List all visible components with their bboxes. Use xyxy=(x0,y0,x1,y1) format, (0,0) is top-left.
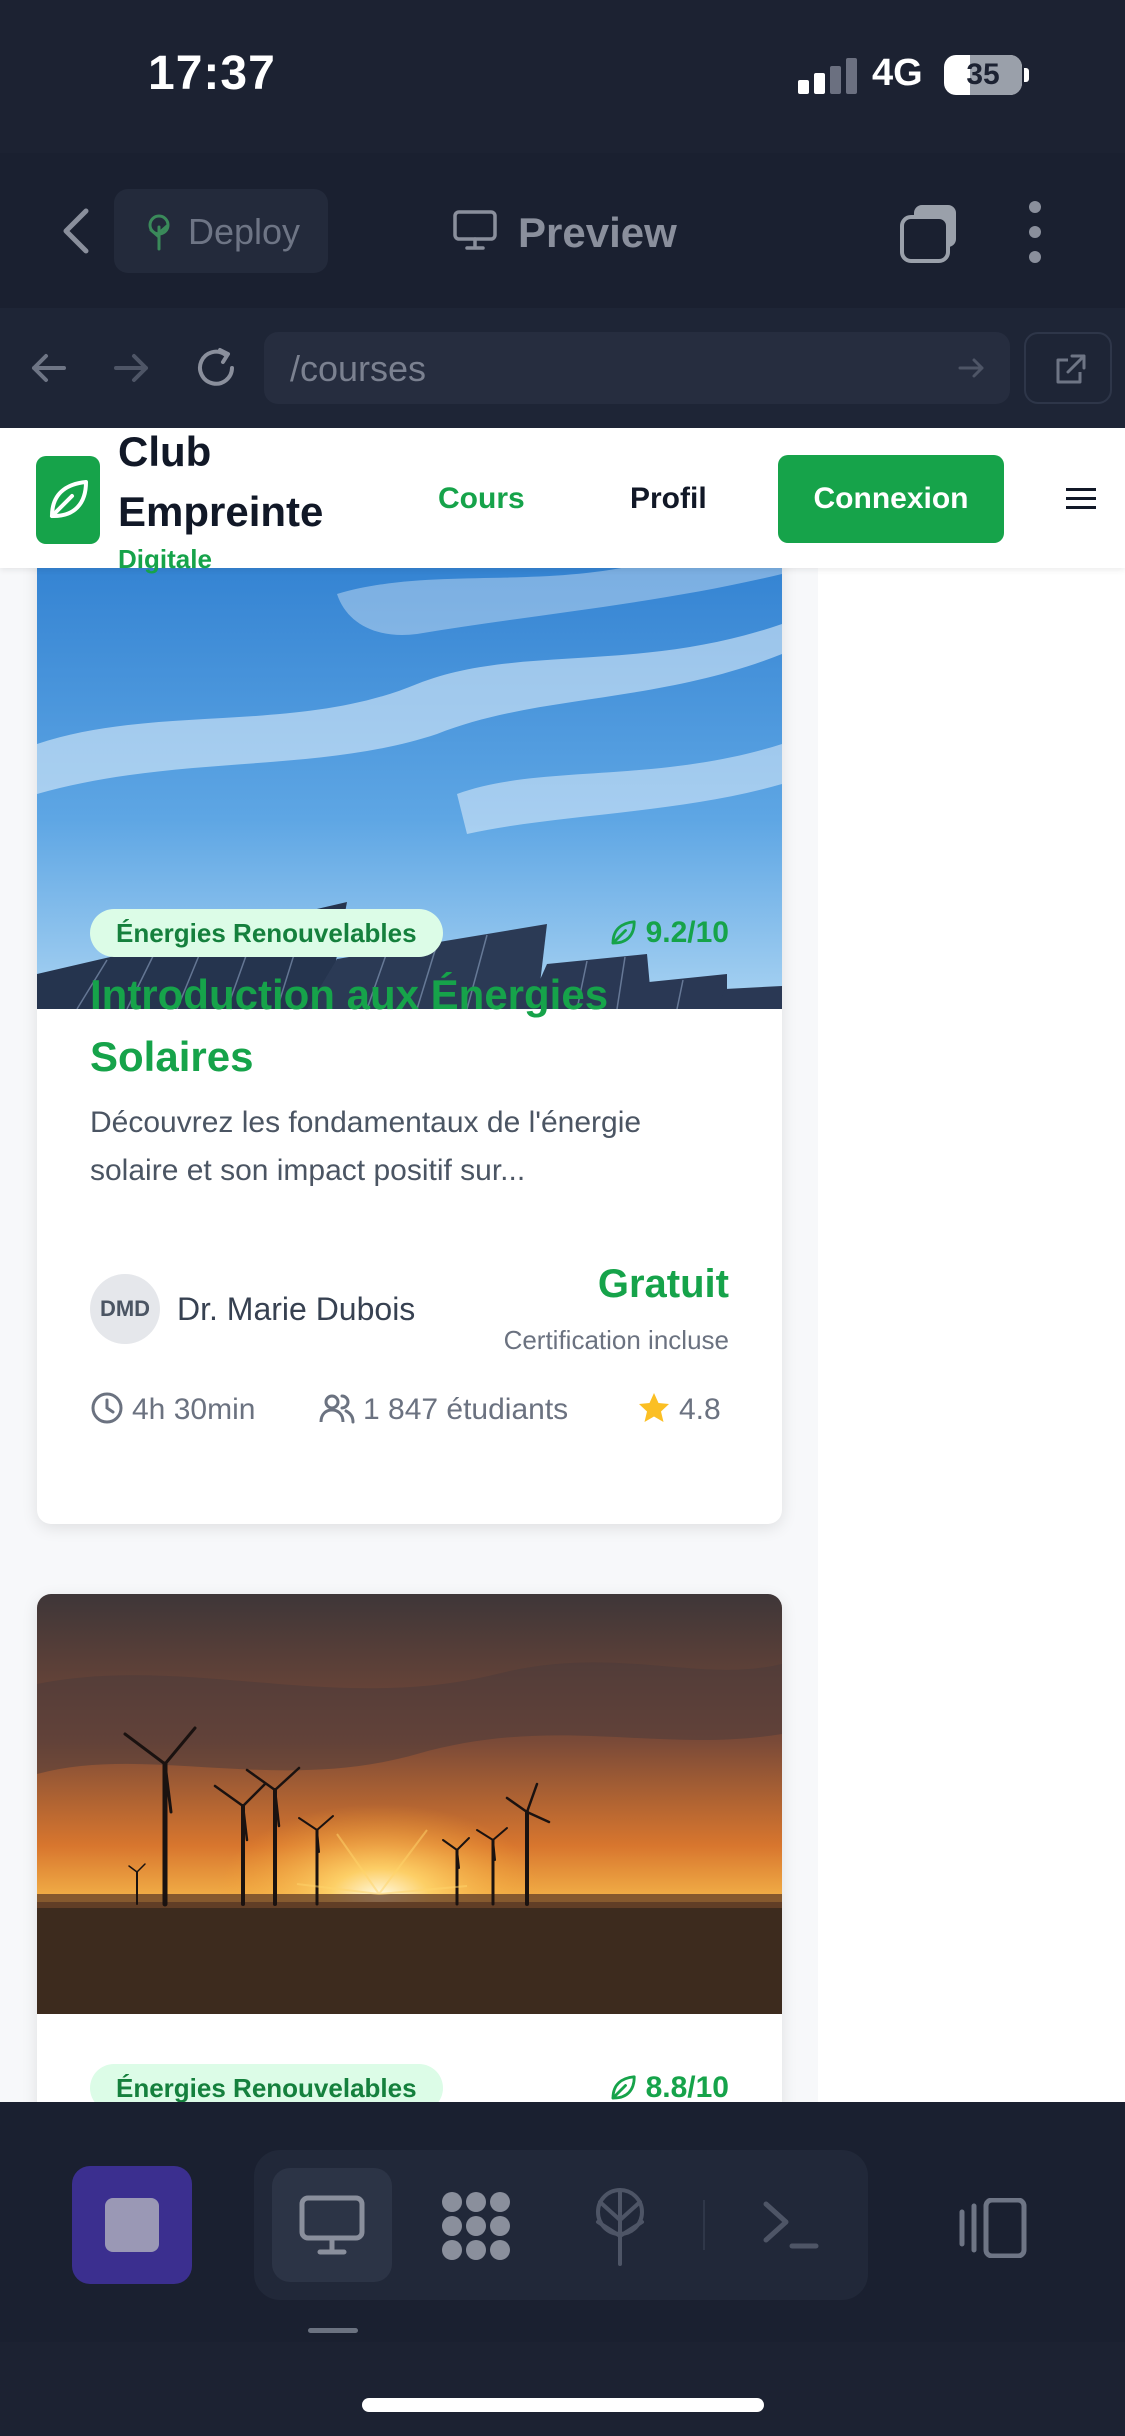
rating-value: 4.8 xyxy=(679,1393,721,1426)
course-image-wind-turbines xyxy=(37,1594,782,2014)
arrow-left-icon[interactable] xyxy=(24,344,72,392)
url-text: /courses xyxy=(290,348,427,389)
more-vertical-icon[interactable] xyxy=(1018,199,1052,265)
status-time: 17:37 xyxy=(148,47,276,100)
brand-name-line3: Digitale xyxy=(118,544,212,574)
stop-button[interactable] xyxy=(72,2166,192,2284)
external-link-icon xyxy=(1056,354,1086,384)
battery-icon: 35 xyxy=(944,55,1022,95)
battery-level: 35 xyxy=(966,58,1000,91)
arrow-right-icon[interactable] xyxy=(108,344,156,392)
web-page: Club Empreinte Digitale Cours Profil Con… xyxy=(0,428,1125,2102)
course-description: Découvrez les fondamentaux de l'énergie … xyxy=(90,1106,642,1187)
browser-bar: /courses xyxy=(0,308,1125,428)
deploy-button[interactable]: Deploy xyxy=(114,189,328,273)
course-title[interactable]: Introduction aux Énergies Solaires xyxy=(90,964,730,1088)
monitor-icon xyxy=(453,210,497,250)
home-indicator[interactable] xyxy=(362,2398,764,2412)
monitor-icon xyxy=(299,2195,365,2255)
login-button[interactable]: Connexion xyxy=(778,455,1004,543)
preview-label: Preview xyxy=(518,209,677,256)
site-header: Club Empreinte Digitale Cours Profil Con… xyxy=(0,428,1125,574)
nav-link-profile[interactable]: Profil xyxy=(630,482,707,516)
tabs-button[interactable] xyxy=(898,201,962,265)
clock-icon xyxy=(91,1392,123,1424)
category-badge: Énergies Renouvelables xyxy=(90,909,443,957)
course-rating: 4.8 xyxy=(637,1391,721,1427)
leaf-icon xyxy=(50,480,88,518)
tree-icon xyxy=(148,214,170,251)
leaf-icon xyxy=(611,2075,636,2100)
signal-icon xyxy=(798,58,858,94)
url-field[interactable]: /courses xyxy=(264,332,1010,404)
right-empty-area xyxy=(818,568,1125,2102)
terminal-icon[interactable] xyxy=(760,2196,820,2252)
dock-separator xyxy=(703,2200,705,2250)
instructor-name: Dr. Marie Dubois xyxy=(177,1291,416,1327)
leaf-icon xyxy=(611,920,636,945)
course-students: 1 847 étudiants xyxy=(319,1391,568,1427)
desktop-tab[interactable] xyxy=(272,2168,392,2282)
grid-dots-icon[interactable] xyxy=(438,2188,514,2264)
brand-name-line1: Club xyxy=(118,428,212,475)
open-external-button[interactable] xyxy=(1024,332,1112,404)
eco-score: 9.2/10 xyxy=(608,909,729,957)
network-tree-icon[interactable] xyxy=(590,2186,650,2266)
brand-name-line2: Empreinte xyxy=(118,488,324,535)
bottom-dock xyxy=(0,2102,1125,2342)
eco-score-value: 9.2/10 xyxy=(645,916,729,949)
dock-drag-handle[interactable] xyxy=(308,2328,358,2333)
star-icon xyxy=(639,1393,669,1422)
devices-icon[interactable] xyxy=(958,2198,1028,2258)
chevron-left-icon xyxy=(63,208,89,254)
stop-icon xyxy=(105,2198,159,2252)
students-value: 1 847 étudiants xyxy=(363,1393,569,1426)
logo[interactable] xyxy=(36,456,100,544)
certification-note: Certification incluse xyxy=(503,1325,729,1355)
deploy-label: Deploy xyxy=(188,211,301,252)
home-area xyxy=(0,2342,1125,2436)
course-duration: 4h 30min xyxy=(90,1391,255,1427)
network-type: 4G xyxy=(872,52,923,94)
tabs-icon xyxy=(900,205,956,263)
eco-score: 8.8/10 xyxy=(608,2064,729,2102)
battery-nub xyxy=(1024,68,1029,82)
back-button[interactable] xyxy=(52,203,102,259)
arrow-right-icon[interactable] xyxy=(956,352,988,384)
hamburger-icon[interactable] xyxy=(1066,488,1096,510)
status-bar: 17:37 4G 35 xyxy=(0,0,1125,153)
avatar: DMD xyxy=(90,1274,160,1344)
nav-link-courses[interactable]: Cours xyxy=(438,482,525,516)
course-card[interactable]: Énergies Renouvelables 8.8/10 xyxy=(37,1594,782,2102)
users-icon xyxy=(319,1394,355,1424)
course-price: Gratuit xyxy=(597,1262,729,1306)
category-badge: Énergies Renouvelables xyxy=(90,2064,443,2102)
app-toolbar: Deploy Preview xyxy=(0,153,1125,308)
reload-icon[interactable] xyxy=(192,344,240,392)
dock-tool-group xyxy=(254,2150,868,2300)
duration-value: 4h 30min xyxy=(132,1393,256,1426)
eco-score-value: 8.8/10 xyxy=(645,2071,729,2102)
course-card[interactable]: Énergies Renouvelables 9.2/10 Introducti… xyxy=(37,534,782,1524)
